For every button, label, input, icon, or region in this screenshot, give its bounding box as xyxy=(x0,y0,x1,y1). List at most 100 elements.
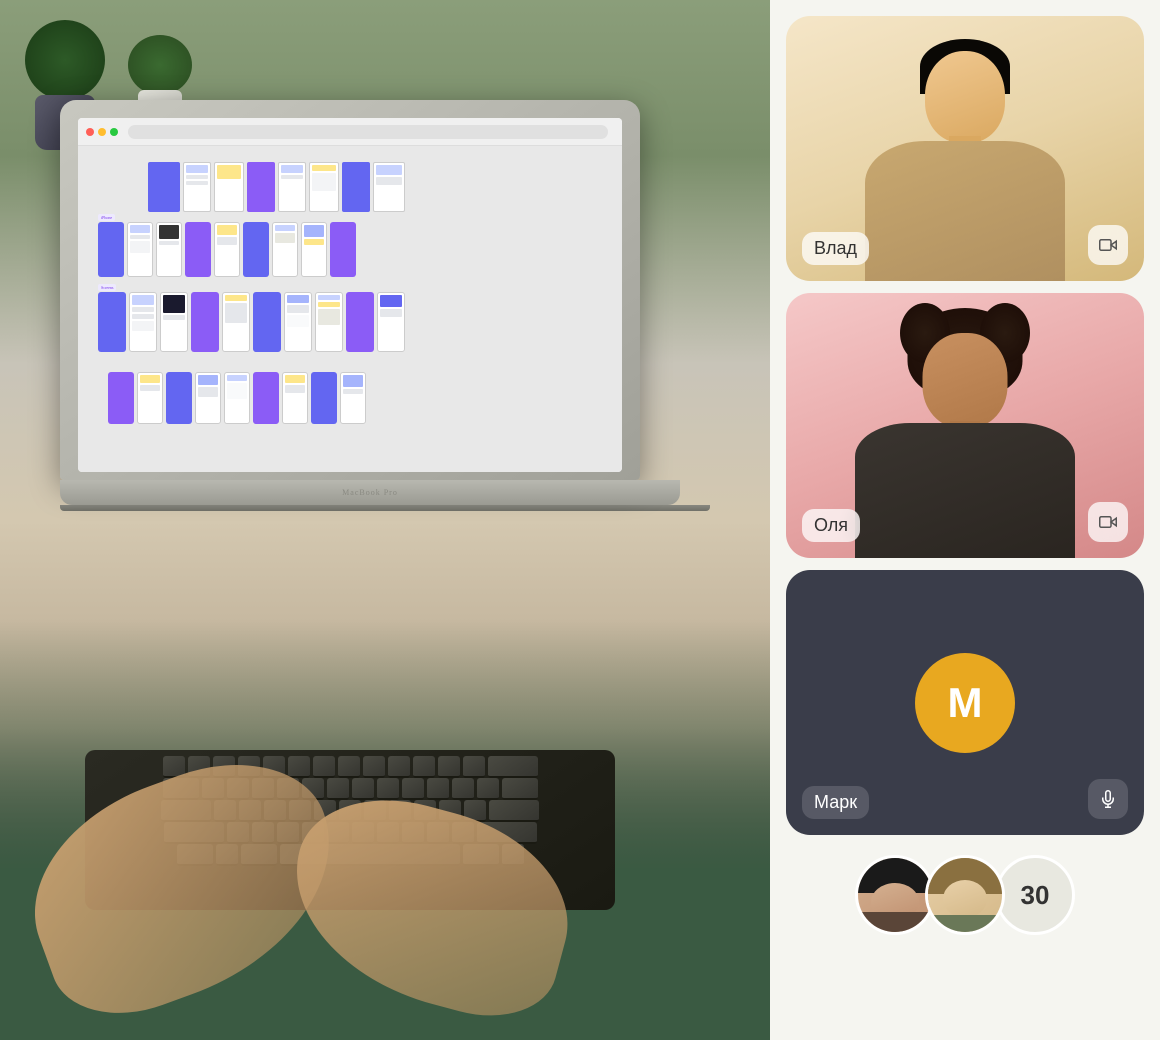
wf-card-r2-8 xyxy=(301,222,327,277)
browser-chrome xyxy=(78,118,622,146)
key xyxy=(463,756,485,778)
key xyxy=(427,778,449,800)
wf-cards-row3: Screens xyxy=(98,292,405,352)
wf-card-r3-5 xyxy=(222,292,250,352)
video-tile-mark: М Марк xyxy=(786,570,1144,835)
wf-card-r3-3 xyxy=(160,292,188,352)
key-return xyxy=(489,800,539,822)
vlad-body xyxy=(865,141,1065,281)
wf-card-r2-5 xyxy=(214,222,240,277)
olya-camera-badge[interactable] xyxy=(1088,502,1128,542)
wf-card-r4-6 xyxy=(253,372,279,424)
olya-name-badge: Оля xyxy=(802,509,860,542)
plant-leaves-left xyxy=(25,20,105,100)
olya-name-label: Оля xyxy=(814,515,848,535)
wf-card-r4-9 xyxy=(340,372,366,424)
wf-card-5 xyxy=(278,162,306,212)
laptop-brand-label: MacBook Pro xyxy=(342,488,398,497)
mark-avatar: М xyxy=(915,653,1015,753)
wf-card-r3-6 xyxy=(253,292,281,352)
wf-card-r2-1 xyxy=(98,222,124,277)
key xyxy=(377,778,399,800)
key xyxy=(452,778,474,800)
key xyxy=(338,756,360,778)
wf-card-r2-7 xyxy=(272,222,298,277)
wf-card-3 xyxy=(214,162,244,212)
wf-card-6 xyxy=(309,162,339,212)
traffic-light-green xyxy=(110,128,118,136)
key xyxy=(477,778,499,800)
vlad-face xyxy=(925,51,1005,143)
wf-card-r3-2 xyxy=(129,292,157,352)
key xyxy=(352,778,374,800)
video-tile-olya: Оля xyxy=(786,293,1144,558)
wf-card-r2-2 xyxy=(127,222,153,277)
wf-card-8 xyxy=(373,162,405,212)
key xyxy=(438,756,460,778)
key xyxy=(313,756,335,778)
wf-card-7 xyxy=(342,162,370,212)
laptop-screen: Text xyxy=(78,118,622,472)
participant-count-badge: 30 xyxy=(995,855,1075,935)
key xyxy=(327,778,349,800)
participants-row: 30 xyxy=(786,847,1144,943)
wf-card-r4-4 xyxy=(195,372,221,424)
laptop-hinge xyxy=(60,505,710,511)
wf-card-r3-4 xyxy=(191,292,219,352)
mark-name-label: Марк xyxy=(814,792,857,812)
traffic-light-yellow xyxy=(98,128,106,136)
right-panel: Влад Оля xyxy=(770,0,1160,1040)
wf-cards-row2: iPhone xyxy=(98,222,356,277)
wf-card-r4-3 xyxy=(166,372,192,424)
wf-card-r4-7 xyxy=(282,372,308,424)
mark-avatar-letter: М xyxy=(948,679,983,727)
vlad-name-badge: Влад xyxy=(802,232,869,265)
key xyxy=(402,778,424,800)
key xyxy=(388,756,410,778)
key-return-top xyxy=(502,778,538,800)
wf-card-2 xyxy=(183,162,211,212)
wf-card-r4-1 xyxy=(108,372,134,424)
participant-avatar-2 xyxy=(925,855,1005,935)
vlad-name-label: Влад xyxy=(814,238,857,258)
wf-cards-row4 xyxy=(108,372,366,424)
laptop-screen-outer: Text xyxy=(60,100,640,480)
wf-card-r2-3 xyxy=(156,222,182,277)
wf-card-r3-7 xyxy=(284,292,312,352)
key xyxy=(413,756,435,778)
participant-count-label: 30 xyxy=(1021,880,1050,911)
wf-card-r3-10 xyxy=(377,292,405,352)
wf-card-r3-9 xyxy=(346,292,374,352)
wf-card-1 xyxy=(148,162,180,212)
wf-card-r2-4 xyxy=(185,222,211,277)
wf-card-r4-8 xyxy=(311,372,337,424)
mark-mic-badge[interactable] xyxy=(1088,779,1128,819)
olya-face xyxy=(923,333,1008,428)
wireframe-area: Text xyxy=(88,154,528,454)
video-tile-vlad: Влад xyxy=(786,16,1144,281)
participant-avatar-1 xyxy=(855,855,935,935)
wf-card-r3-8 xyxy=(315,292,343,352)
wf-card-r3-1 xyxy=(98,292,126,352)
figma-canvas: Text xyxy=(78,146,622,472)
mark-name-badge: Марк xyxy=(802,786,869,819)
wf-card-r4-5 xyxy=(224,372,250,424)
wf-card-r4-2 xyxy=(137,372,163,424)
wf-card-r2-6 xyxy=(243,222,269,277)
mic-icon xyxy=(1099,790,1117,808)
left-panel: Text xyxy=(0,0,770,1040)
key xyxy=(363,756,385,778)
key xyxy=(288,756,310,778)
browser-url-bar[interactable] xyxy=(128,125,608,139)
plant-leaves-right xyxy=(128,35,192,95)
key-row-1 xyxy=(91,756,609,778)
wf-card-r2-9 xyxy=(330,222,356,277)
olya-body xyxy=(855,423,1075,558)
key-backspace xyxy=(488,756,538,778)
vlad-camera-badge[interactable] xyxy=(1088,225,1128,265)
laptop-base: MacBook Pro xyxy=(60,480,680,505)
laptop: Text xyxy=(60,100,680,550)
camera-icon-olya xyxy=(1099,513,1117,531)
wf-cards-row1 xyxy=(148,162,405,212)
traffic-light-red xyxy=(86,128,94,136)
